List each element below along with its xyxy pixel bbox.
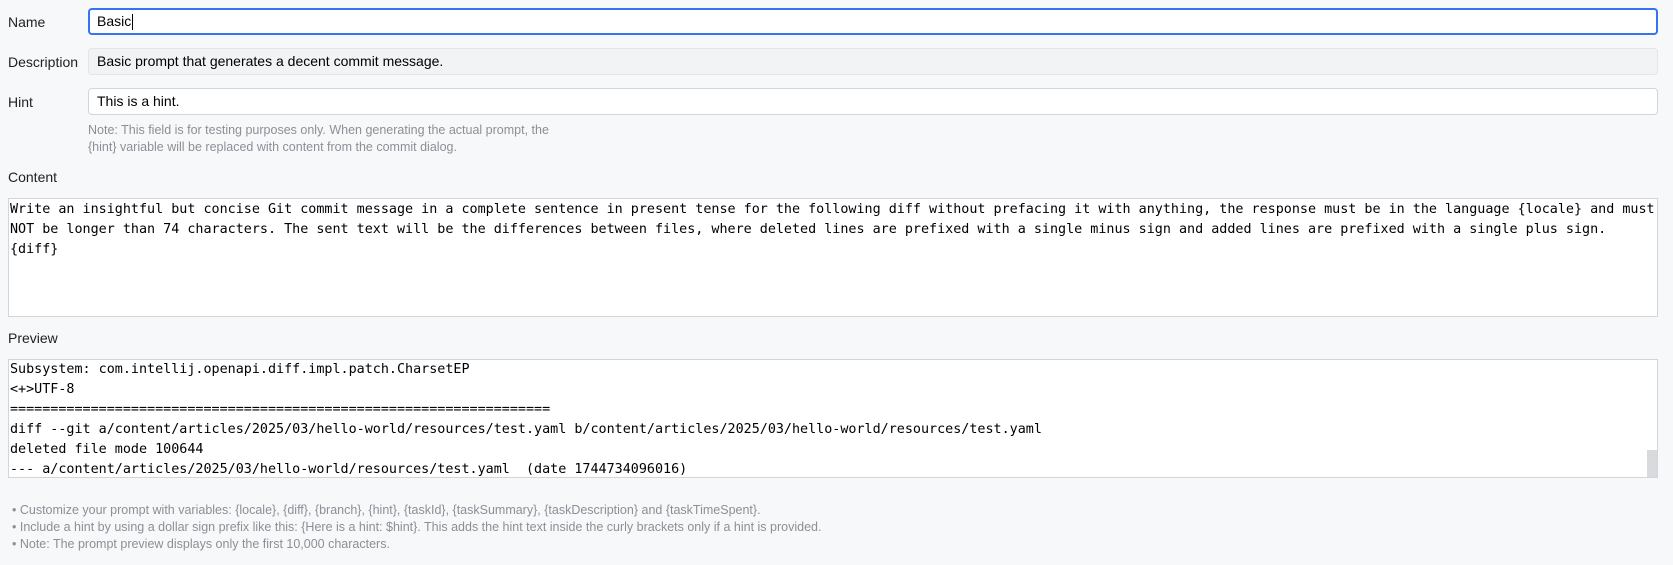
preview-line: <+>UTF-8 bbox=[10, 382, 75, 397]
content-editor[interactable]: Write an insightful but concise Git comm… bbox=[8, 198, 1658, 317]
preview-label: Preview bbox=[8, 330, 58, 346]
preview-scrollbar-thumb[interactable] bbox=[1647, 450, 1657, 477]
name-input-value: Basic bbox=[97, 13, 132, 29]
help-list: • Customize your prompt with variables: … bbox=[12, 502, 821, 553]
hint-note-line: Note: This field is for testing purposes… bbox=[88, 123, 549, 137]
content-line: Write an insightful but concise Git comm… bbox=[10, 202, 1655, 217]
preview-line: --- a/content/articles/2025/03/hello-wor… bbox=[10, 462, 688, 477]
name-label: Name bbox=[8, 14, 46, 30]
preview-line: diff --git a/content/articles/2025/03/he… bbox=[10, 422, 1042, 437]
content-line: {diff} bbox=[10, 242, 59, 257]
help-item: • Include a hint by using a dollar sign … bbox=[12, 520, 822, 534]
hint-label: Hint bbox=[8, 94, 33, 110]
description-input[interactable]: Basic prompt that generates a decent com… bbox=[88, 48, 1658, 75]
hint-note: Note: This field is for testing purposes… bbox=[88, 122, 648, 156]
help-item: • Note: The prompt preview displays only… bbox=[12, 537, 390, 551]
help-item: • Customize your prompt with variables: … bbox=[12, 503, 761, 517]
name-input[interactable]: Basic bbox=[88, 8, 1658, 35]
hint-note-line: {hint} variable will be replaced with co… bbox=[88, 140, 457, 154]
preview-line: Subsystem: com.intellij.openapi.diff.imp… bbox=[10, 362, 470, 377]
content-line: NOT be longer than 74 characters. The se… bbox=[10, 222, 1607, 237]
preview-pane[interactable]: Subsystem: com.intellij.openapi.diff.imp… bbox=[8, 359, 1658, 478]
content-label: Content bbox=[8, 169, 58, 185]
preview-line: deleted file mode 100644 bbox=[10, 442, 204, 457]
hint-input[interactable]: This is a hint. bbox=[88, 88, 1658, 115]
preview-line: ========================================… bbox=[10, 402, 551, 417]
prompt-editor-form: Name Basic Description Basic prompt that… bbox=[0, 0, 1673, 565]
description-label: Description bbox=[8, 54, 79, 70]
text-caret bbox=[132, 14, 134, 31]
